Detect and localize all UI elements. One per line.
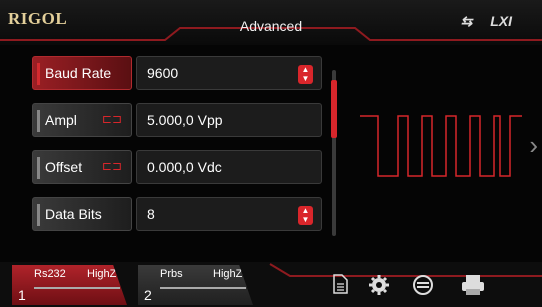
offset-field[interactable]: 0.000,0 Vdc [136, 150, 322, 184]
spinner-icon[interactable]: ▲ ▼ [298, 206, 313, 225]
param-row-offset: Offset ⊏⊐ 0.000,0 Vdc [32, 150, 322, 184]
bottom-bar: 1 Rs232 HighZ 2 Prbs HighZ [0, 262, 542, 307]
indicator-bar [37, 110, 40, 132]
param-label: Baud Rate [45, 65, 112, 81]
param-value: 0.000,0 Vdc [147, 159, 222, 175]
link-icon: ⊏⊐ [101, 159, 122, 173]
link-icon: ⊏⊐ [101, 112, 122, 126]
baud-rate-button[interactable]: Baud Rate [32, 56, 132, 90]
param-value: 8 [147, 206, 155, 222]
screen: RIGOL Advanced ⇆ LXI Baud Rate 9600 ▲ ▼ A… [0, 0, 542, 307]
data-bits-button[interactable]: Data Bits [32, 197, 132, 231]
sync-icon[interactable] [410, 274, 436, 298]
param-row-ampl: Ampl ⊏⊐ 5.000,0 Vpp [32, 103, 322, 137]
offset-button[interactable]: Offset ⊏⊐ [32, 150, 132, 184]
param-label: Data Bits [45, 206, 102, 222]
waveform-preview [360, 115, 522, 177]
printer-icon[interactable] [460, 274, 486, 298]
indicator-bar [37, 157, 40, 179]
chevron-right-icon[interactable]: › [529, 130, 538, 161]
scrollbar[interactable] [331, 70, 337, 236]
spinner-icon[interactable]: ▲ ▼ [298, 65, 313, 84]
usb-icon: ⇆ [460, 13, 473, 29]
ampl-button[interactable]: Ampl ⊏⊐ [32, 103, 132, 137]
param-value: 9600 [147, 65, 179, 81]
header: RIGOL Advanced ⇆ LXI [0, 0, 542, 45]
lxi-icon: LXI [490, 13, 512, 29]
param-row-data-bits: Data Bits 8 ▲ ▼ [32, 197, 322, 231]
param-value: 5.000,0 Vpp [147, 112, 223, 128]
ampl-field[interactable]: 5.000,0 Vpp [136, 103, 322, 137]
status-icons: ⇆ LXI [447, 13, 512, 30]
document-icon[interactable] [327, 274, 353, 298]
param-row-baud-rate: Baud Rate 9600 ▲ ▼ [32, 56, 322, 90]
indicator-bar [37, 204, 40, 226]
indicator-bar [37, 63, 40, 85]
scrollbar-thumb[interactable] [331, 80, 337, 138]
baud-rate-field[interactable]: 9600 ▲ ▼ [136, 56, 322, 90]
data-bits-field[interactable]: 8 ▲ ▼ [136, 197, 322, 231]
param-label: Offset [45, 159, 83, 175]
gear-icon[interactable] [366, 274, 392, 298]
param-label: Ampl [45, 112, 77, 128]
